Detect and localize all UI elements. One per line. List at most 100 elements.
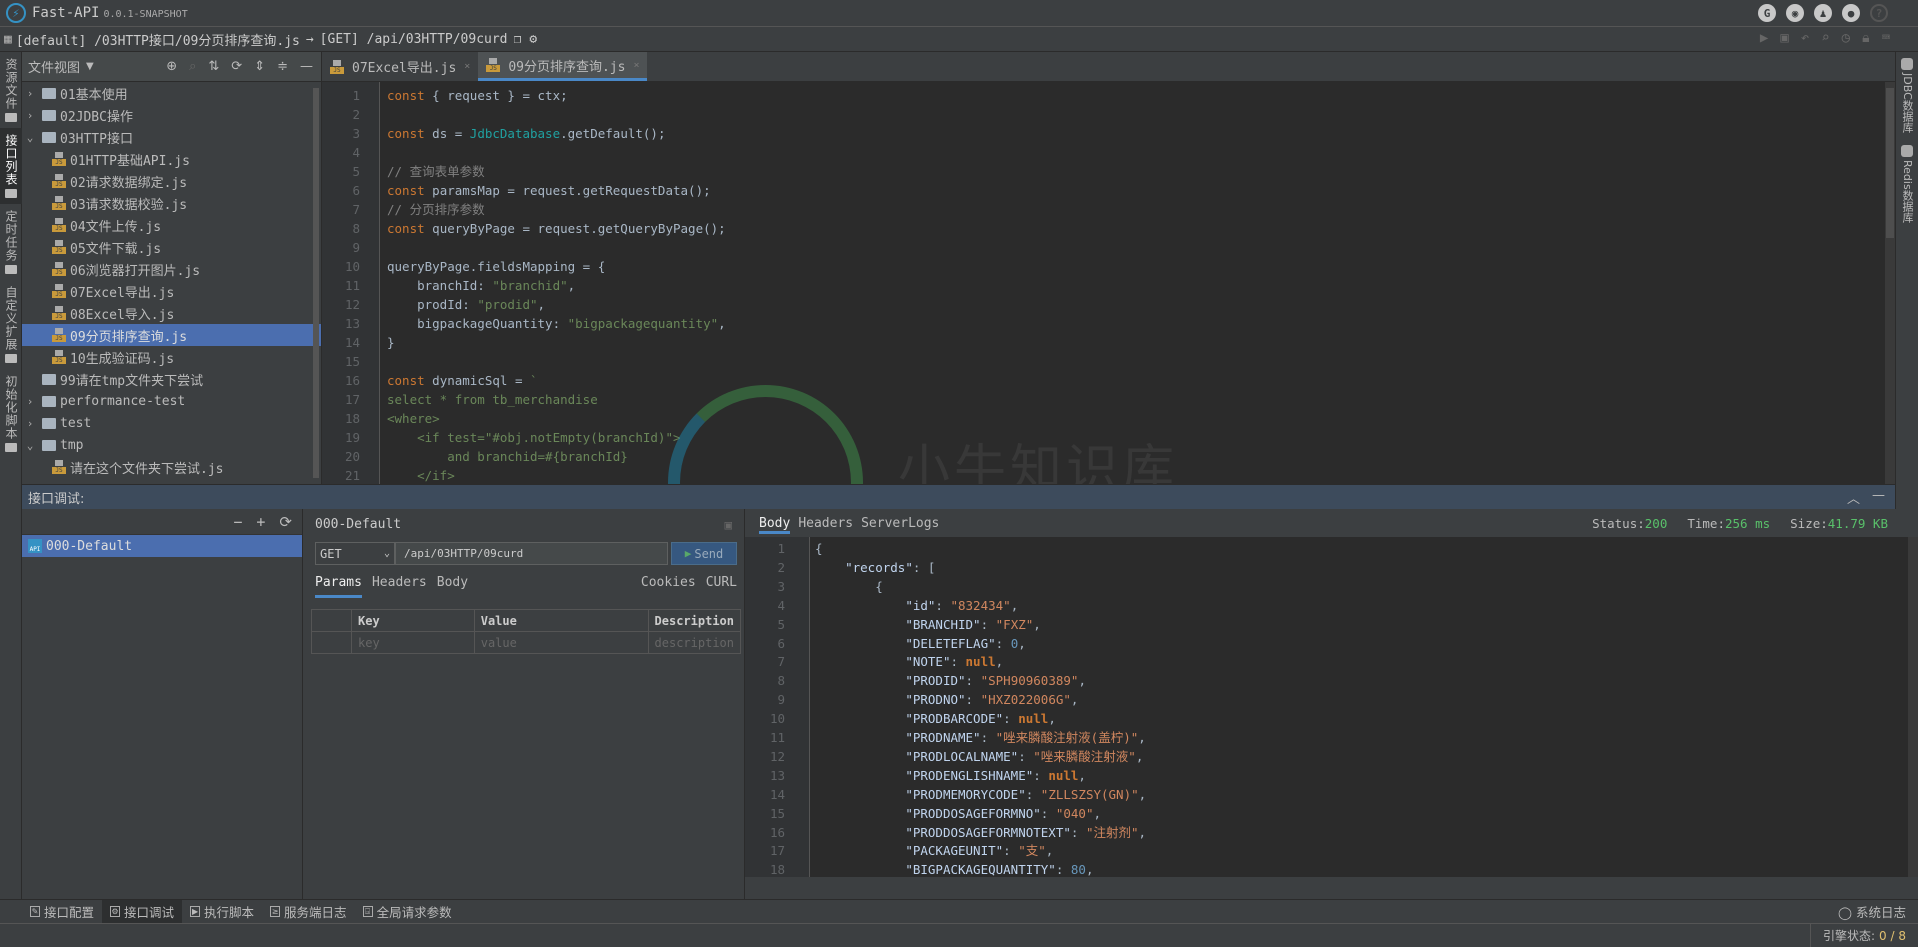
tab-params[interactable]: Params: [315, 575, 362, 598]
key-input[interactable]: key: [351, 631, 475, 654]
close-icon[interactable]: ×: [633, 60, 639, 71]
editor-scrollbar[interactable]: [1885, 82, 1895, 484]
tree-folder[interactable]: › test: [22, 412, 321, 434]
search-icon[interactable]: ⌕: [189, 59, 196, 74]
value-input[interactable]: value: [473, 631, 649, 654]
right-tab[interactable]: JDBC数据库: [1896, 52, 1918, 139]
copy-icon[interactable]: ❐: [514, 32, 522, 47]
tree-file[interactable]: 02请求数据绑定.js: [22, 170, 321, 192]
code-token: "DELETEFLAG": [905, 635, 996, 651]
tree-folder[interactable]: › performance-test: [22, 390, 321, 412]
tab-curl[interactable]: CURL: [706, 575, 737, 598]
view-select[interactable]: 文件视图: [28, 57, 80, 76]
tree-file[interactable]: 05文件下载.js: [22, 236, 321, 258]
minimize-icon[interactable]: —: [1872, 488, 1885, 507]
tab-body[interactable]: Body: [437, 575, 468, 598]
tree-folder[interactable]: › 02JDBC操作: [22, 104, 321, 126]
tree-file[interactable]: 09分页排序查询.js: [22, 324, 321, 346]
tree-file[interactable]: 请在这个文件夹下尝试.js: [22, 456, 321, 478]
sidebar-tab[interactable]: 自定义扩展: [0, 280, 22, 369]
sidebar-tab[interactable]: 定时任务: [0, 204, 22, 280]
close-icon[interactable]: ×: [464, 61, 470, 72]
refresh-icon[interactable]: ⟳: [231, 59, 242, 74]
description-input[interactable]: description: [647, 631, 742, 654]
sidebar-tab[interactable]: 初始化脚本: [0, 369, 22, 458]
help-icon[interactable]: ?: [1870, 4, 1888, 22]
tab-response-headers[interactable]: Headers: [798, 516, 853, 531]
tree-file[interactable]: 04文件上传.js: [22, 214, 321, 236]
bottom-tab[interactable]: ⚙ 接口调试: [102, 899, 183, 924]
undo-icon[interactable]: ↶: [1801, 30, 1809, 46]
github-icon[interactable]: ◉: [1786, 4, 1804, 22]
status-bar: 引擎状态: 0 / 8: [0, 923, 1918, 947]
bottom-tab[interactable]: ▶ 执行脚本: [182, 900, 262, 924]
add-case-button[interactable]: +: [256, 513, 265, 531]
code-line: 14 "PRODMEMORYCODE": "ZLLSZSY(GN)",: [745, 785, 1918, 804]
keyboard-icon[interactable]: ⌨: [1882, 30, 1890, 46]
qq-icon[interactable]: ♟: [1814, 4, 1832, 22]
wechat-icon[interactable]: ●: [1842, 4, 1860, 22]
bottom-tab[interactable]: ⍈ 全局请求参数: [355, 900, 460, 924]
chevron-down-icon[interactable]: ▼: [86, 61, 94, 72]
tree-file[interactable]: 01HTTP基础API.js: [22, 148, 321, 170]
code-editor[interactable]: 07Excel导出.js × 09分页排序查询.js × 1 const { reque…: [322, 52, 1895, 484]
tree-folder[interactable]: ⌄ tmp: [22, 434, 321, 456]
tree-file[interactable]: 10生成验证码.js: [22, 346, 321, 368]
response-scrollbar[interactable]: [1908, 537, 1918, 877]
sort-icon[interactable]: ⇅: [208, 59, 219, 74]
gitee-icon[interactable]: G: [1758, 4, 1776, 22]
run-icon[interactable]: ▶: [1760, 30, 1768, 46]
remove-case-button[interactable]: −: [233, 513, 242, 531]
minimize-icon[interactable]: —: [300, 59, 313, 74]
chevron-right-icon[interactable]: ›: [22, 109, 38, 122]
chevron-right-icon[interactable]: ›: [22, 395, 38, 408]
url-input[interactable]: /api/03HTTP/09curd: [395, 542, 668, 565]
collapse-icon[interactable]: ︿: [1847, 488, 1860, 507]
code-line: 5 "BRANCHID": "FXZ",: [745, 615, 1918, 634]
system-log-button[interactable]: ◯ 系统日志: [1838, 902, 1918, 921]
tab-response-body[interactable]: Body: [759, 513, 791, 534]
save-icon[interactable]: ▣: [724, 517, 732, 532]
tab-cookies[interactable]: Cookies: [641, 575, 696, 598]
chevron-down-icon[interactable]: ⌄: [22, 439, 38, 452]
row-select[interactable]: [311, 631, 352, 654]
tree-folder[interactable]: 99请在tmp文件夹下尝试: [22, 368, 321, 390]
line-text: const dynamicSql = `: [387, 371, 538, 390]
tab-headers[interactable]: Headers: [372, 575, 427, 598]
sidebar-tab[interactable]: 资源文件: [0, 52, 22, 128]
method-select[interactable]: GET ⌄: [315, 542, 395, 565]
case-item[interactable]: API 000-Default: [22, 535, 302, 557]
gear-icon[interactable]: ⚙: [529, 32, 537, 47]
tree-file[interactable]: 08Excel导入.js: [22, 302, 321, 324]
refresh-icon[interactable]: ⟳: [279, 513, 292, 531]
save-icon[interactable]: ▣: [1780, 30, 1788, 46]
tree-folder[interactable]: › 01基本使用: [22, 82, 321, 104]
bottom-tab[interactable]: ≥ 服务端日志: [262, 900, 355, 924]
bottom-tab[interactable]: ✎ 接口配置: [22, 900, 102, 924]
tree-scrollbar[interactable]: [313, 88, 319, 478]
tree-folder[interactable]: ⌄ 03HTTP接口: [22, 126, 321, 148]
locate-icon[interactable]: ⊕: [166, 59, 177, 74]
sidebar-tab[interactable]: 接口列表: [0, 128, 22, 204]
tree-file[interactable]: 06浏览器打开图片.js: [22, 258, 321, 280]
tree-file[interactable]: 07Excel导出.js: [22, 280, 321, 302]
editor-tab[interactable]: 07Excel导出.js ×: [322, 52, 478, 81]
send-button[interactable]: ▶ Send: [671, 542, 737, 565]
search-icon[interactable]: ⌕: [1821, 30, 1829, 46]
history-icon[interactable]: ◷: [1842, 30, 1850, 46]
collapse-all-icon[interactable]: ≑: [277, 59, 288, 74]
response-hscrollbar[interactable]: [745, 877, 1918, 899]
expand-all-icon[interactable]: ⇕: [254, 59, 265, 74]
chevron-right-icon[interactable]: ›: [22, 87, 38, 100]
right-tab[interactable]: Redis数据库: [1896, 139, 1918, 229]
code-token: ,: [567, 278, 576, 293]
code-line: 13 "PRODENGLISHNAME": null,: [745, 766, 1918, 785]
tab-server-logs[interactable]: ServerLogs: [861, 516, 939, 531]
chevron-down-icon[interactable]: ⌄: [22, 131, 38, 144]
tree-file[interactable]: 03请求数据校验.js: [22, 192, 321, 214]
code-token: paramsMap = request.getRequestData();: [424, 183, 711, 198]
lock-icon[interactable]: 🔒︎: [1862, 30, 1869, 46]
chevron-right-icon[interactable]: ›: [22, 417, 38, 430]
code-token: select * from tb_merchandise: [387, 392, 598, 407]
editor-tab[interactable]: 09分页排序查询.js ×: [478, 52, 648, 81]
